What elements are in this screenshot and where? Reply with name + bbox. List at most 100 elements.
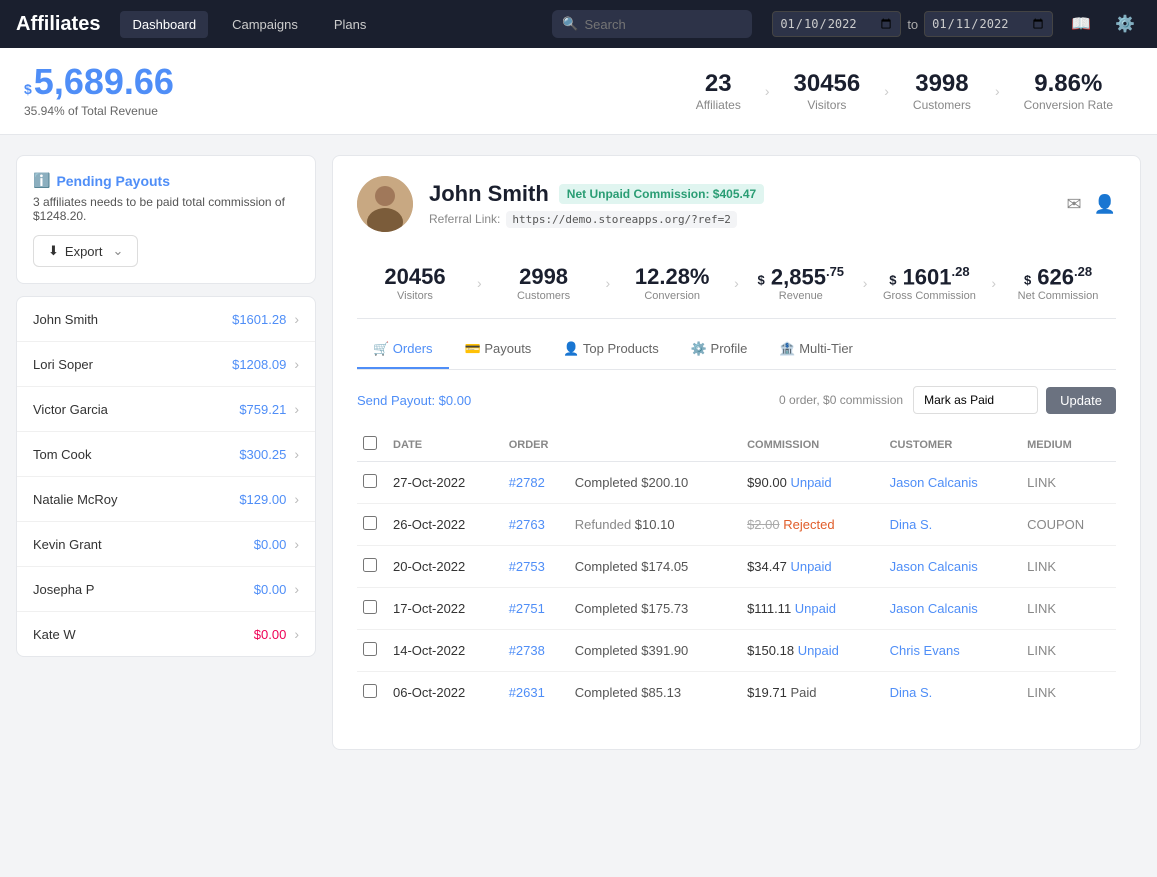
nav-plans[interactable]: Plans: [322, 11, 379, 38]
row-checkbox[interactable]: [363, 642, 377, 656]
affiliate-item[interactable]: Natalie McRoy $129.00 ›: [17, 477, 315, 522]
affiliates-count: 23: [696, 70, 741, 98]
affiliate-item[interactable]: Victor Garcia $759.21 ›: [17, 387, 315, 432]
orders-tbody: 27-Oct-2022 #2782 Completed $200.10 $90.…: [357, 462, 1116, 714]
affiliate-amount: $0.00: [254, 627, 287, 642]
net-commission-num: $ 626.28: [1000, 264, 1116, 290]
affiliate-item[interactable]: Kate W $0.00 ›: [17, 612, 315, 656]
download-icon: ⬇: [48, 243, 59, 259]
user-icon[interactable]: 👤: [1094, 194, 1116, 215]
email-icon[interactable]: ✉: [1066, 194, 1081, 215]
row-date: 06-Oct-2022: [387, 672, 503, 714]
customer-column-header: CUSTOMER: [884, 428, 1022, 462]
select-all-checkbox[interactable]: [363, 436, 377, 450]
p-arrow-1: ›: [473, 275, 486, 291]
affiliate-name: Lori Soper: [33, 357, 232, 372]
orders-section: Send Payout: $0.00 0 order, $0 commissio…: [357, 370, 1116, 729]
pending-payouts-card: ℹ️ Pending Payouts 3 affiliates needs to…: [16, 155, 316, 284]
row-status: Completed $85.13: [569, 672, 741, 714]
export-button[interactable]: ⬇ Export ⌄: [33, 235, 138, 267]
gross-commission-num: $ 1601.28: [871, 264, 987, 290]
arrow-icon-3: ›: [991, 83, 1004, 99]
table-row: 26-Oct-2022 #2763 Refunded $10.10 $2.00 …: [357, 504, 1116, 546]
commission-column-header: COMMISSION: [741, 428, 884, 462]
settings-icon[interactable]: ⚙️: [1109, 8, 1141, 40]
nav-campaigns[interactable]: Campaigns: [220, 11, 310, 38]
commission-status: Unpaid: [790, 559, 831, 574]
row-checkbox[interactable]: [363, 684, 377, 698]
date-separator: to: [907, 17, 918, 32]
revenue-sub: 35.94% of Total Revenue: [24, 104, 174, 118]
table-row: 27-Oct-2022 #2782 Completed $200.10 $90.…: [357, 462, 1116, 504]
order-column-header: ORDER: [503, 428, 741, 462]
row-checkbox[interactable]: [363, 516, 377, 530]
mark-paid-select[interactable]: Mark as Paid Mark as Unpaid: [913, 386, 1038, 414]
tab-top-products[interactable]: 👤 Top Products: [547, 331, 674, 369]
row-checkbox-cell: [357, 630, 387, 672]
date-from-input[interactable]: [772, 11, 901, 37]
row-checkbox[interactable]: [363, 474, 377, 488]
tab-payouts[interactable]: 💳 Payouts: [449, 331, 548, 369]
row-commission: $90.00 Unpaid: [741, 462, 884, 504]
nav-dashboard[interactable]: Dashboard: [120, 11, 208, 38]
affiliate-name: Josepha P: [33, 582, 254, 597]
profile-card: John Smith Net Unpaid Commission: $405.4…: [332, 155, 1141, 750]
profile-info: John Smith Net Unpaid Commission: $405.4…: [429, 181, 1050, 228]
table-row: 17-Oct-2022 #2751 Completed $175.73 $111…: [357, 588, 1116, 630]
affiliate-name: Natalie McRoy: [33, 492, 239, 507]
row-customer: Chris Evans: [884, 630, 1022, 672]
date-to-input[interactable]: [924, 11, 1053, 37]
row-order-num: #2751: [503, 588, 569, 630]
tab-multi-tier[interactable]: 🏦 Multi-Tier: [763, 331, 868, 369]
arrow-icon: ›: [761, 83, 774, 99]
affiliate-item[interactable]: John Smith $1601.28 ›: [17, 297, 315, 342]
revenue-num: $ 2,855.75: [743, 264, 859, 290]
conversion-metric: 9.86% Conversion Rate: [1004, 70, 1133, 112]
affiliate-name: Victor Garcia: [33, 402, 239, 417]
affiliate-name: Kate W: [33, 627, 254, 642]
affiliate-item[interactable]: Lori Soper $1208.09 ›: [17, 342, 315, 387]
affiliate-item[interactable]: Kevin Grant $0.00 ›: [17, 522, 315, 567]
row-checkbox-cell: [357, 672, 387, 714]
row-date: 27-Oct-2022: [387, 462, 503, 504]
commission-status: Unpaid: [798, 643, 839, 658]
brand-title: Affiliates: [16, 13, 100, 36]
affiliate-chevron-icon: ›: [294, 311, 299, 327]
referral-url: https://demo.storeapps.org/?ref=2: [506, 211, 737, 228]
row-order-num: #2631: [503, 672, 569, 714]
revenue-block: $ 5,689.66 35.94% of Total Revenue: [24, 64, 174, 118]
row-checkbox-cell: [357, 546, 387, 588]
affiliate-item[interactable]: Josepha P $0.00 ›: [17, 567, 315, 612]
send-payout[interactable]: Send Payout: $0.00: [357, 393, 779, 408]
affiliates-label: Affiliates: [696, 98, 741, 112]
search-input[interactable]: [585, 17, 725, 32]
profile-header: John Smith Net Unpaid Commission: $405.4…: [357, 176, 1116, 232]
affiliate-list: John Smith $1601.28 › Lori Soper $1208.0…: [16, 296, 316, 657]
tab-profile[interactable]: ⚙️ Profile: [675, 331, 764, 369]
row-commission: $19.71 Paid: [741, 672, 884, 714]
row-date: 26-Oct-2022: [387, 504, 503, 546]
pending-title: ℹ️ Pending Payouts: [33, 172, 299, 189]
row-checkbox[interactable]: [363, 558, 377, 572]
row-commission: $150.18 Unpaid: [741, 630, 884, 672]
p-arrow-3: ›: [730, 275, 743, 291]
row-date: 17-Oct-2022: [387, 588, 503, 630]
gross-commission-metric: $ 1601.28 Gross Commission: [871, 264, 987, 302]
row-checkbox[interactable]: [363, 600, 377, 614]
affiliate-name: Tom Cook: [33, 447, 239, 462]
visitors-profile-metric: 20456 Visitors: [357, 264, 473, 302]
update-button[interactable]: Update: [1046, 387, 1116, 414]
avatar: [357, 176, 413, 232]
visitors-label: Visitors: [794, 98, 861, 112]
orders-toolbar: Send Payout: $0.00 0 order, $0 commissio…: [357, 386, 1116, 414]
row-order-num: #2782: [503, 462, 569, 504]
affiliate-item[interactable]: Tom Cook $300.25 ›: [17, 432, 315, 477]
affiliate-chevron-icon: ›: [294, 401, 299, 417]
conversion-num: 12.28%: [614, 264, 730, 290]
row-customer: Jason Calcanis: [884, 546, 1022, 588]
row-medium: LINK: [1021, 462, 1116, 504]
tab-orders[interactable]: 🛒 Orders: [357, 331, 449, 369]
book-icon[interactable]: 📖: [1065, 8, 1097, 40]
table-row: 06-Oct-2022 #2631 Completed $85.13 $19.7…: [357, 672, 1116, 714]
p-arrow-4: ›: [859, 275, 872, 291]
